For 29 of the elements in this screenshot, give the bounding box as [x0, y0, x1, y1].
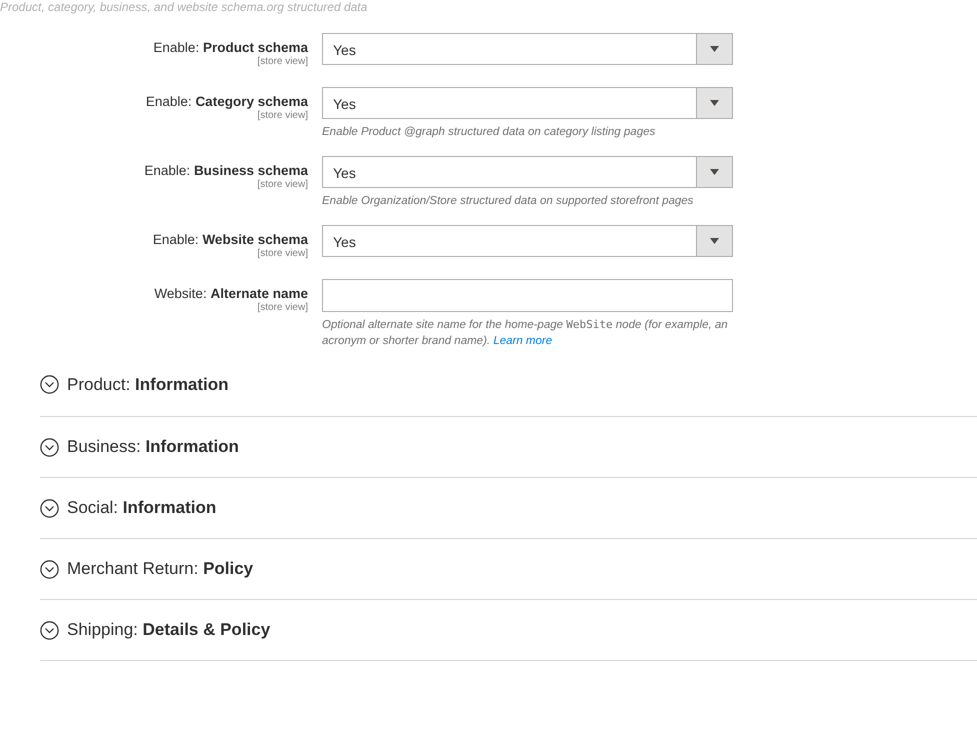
field-hint: Optional alternate site name for the home-page WebSite node (for example, an acronym or shorter brand name). Learn more — [322, 317, 729, 349]
scope-label: [store view] — [257, 110, 308, 121]
select-dropdown[interactable]: Yes — [322, 156, 733, 188]
field-label: Enable: Website schema — [152, 232, 308, 247]
section-description: Product, category, business, and website schema.org structured data — [0, 0, 368, 14]
collapsible-section-header[interactable]: Merchant Return: Policy — [40, 559, 254, 579]
dropdown-arrow-icon — [710, 238, 719, 244]
field-label: Enable: Product schema — [153, 40, 308, 55]
dropdown-arrow-icon — [710, 169, 719, 175]
dropdown-arrow-icon — [710, 46, 719, 52]
field-label: Website: Alternate name — [154, 286, 308, 301]
field-label: Enable: Category schema — [146, 94, 308, 109]
text-input[interactable] — [322, 279, 733, 312]
field-label: Enable: Business schema — [144, 163, 308, 178]
scope-label: [store view] — [257, 56, 308, 67]
collapsible-section-header[interactable]: Business: Information — [40, 437, 239, 457]
field-hint: Enable Product @graph structured data on category listing pages — [322, 125, 656, 140]
dropdown-arrow-icon — [710, 100, 719, 106]
collapsible-section-header[interactable]: Social: Information — [40, 498, 216, 518]
field-hint: Enable Organization/Store structured data on supported storefront pages — [322, 194, 694, 209]
scope-label: [store view] — [257, 302, 308, 313]
scope-label: [store view] — [257, 248, 308, 259]
select-dropdown[interactable]: Yes — [322, 225, 733, 257]
learn-more-link[interactable]: Learn more — [493, 335, 552, 347]
collapsible-section-header[interactable]: Product: Information — [40, 374, 229, 394]
select-dropdown[interactable]: Yes — [322, 87, 733, 119]
scope-label: [store view] — [257, 179, 308, 190]
collapsible-section-header[interactable]: Shipping: Details & Policy — [40, 620, 270, 640]
select-dropdown[interactable]: Yes — [322, 33, 733, 65]
